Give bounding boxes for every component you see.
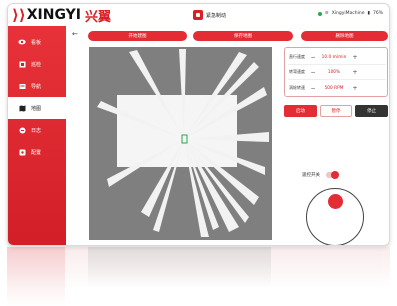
increase-button[interactable]: + [351, 54, 359, 61]
wifi-icon: ≋ [324, 11, 329, 16]
log-icon [18, 127, 26, 134]
sidebar-item-log[interactable]: 日志 [8, 119, 66, 141]
increase-button[interactable]: + [351, 85, 359, 92]
param-value: 500 RPM [324, 85, 344, 91]
emergency-stop-label: 紧急制动 [206, 12, 227, 19]
sidebar-item-label: 地图 [31, 105, 42, 112]
pause-button[interactable]: 暂停 [319, 105, 353, 117]
save-map-button[interactable]: 保存地图 [193, 31, 293, 41]
decrease-button[interactable]: − [309, 85, 317, 92]
arrow-left-icon[interactable]: ← [72, 30, 78, 38]
param-value: 100% [327, 69, 341, 75]
connection-dot-icon [317, 11, 322, 16]
sidebar-item-label: 巡检 [31, 61, 42, 68]
param-value: 10.0 m/min [321, 54, 347, 60]
wifi-name: XingyiMachine [331, 11, 365, 16]
sidebar-item-navigation[interactable]: 导航 [8, 75, 66, 97]
sidebar: 看板 巡检 导航 地图 日志 配置 [8, 26, 66, 245]
joystick[interactable] [306, 188, 364, 245]
sidebar-item-settings[interactable]: 配置 [8, 141, 66, 163]
settings-icon [18, 149, 26, 156]
sidebar-item-label: 导航 [31, 83, 42, 90]
sidebar-item-label: 看板 [31, 39, 42, 46]
scanned-map [89, 47, 272, 240]
sidebar-item-label: 配置 [31, 149, 42, 156]
remote-toggle-row: 遥控开关 [302, 171, 339, 179]
navigation-icon [18, 83, 26, 90]
sidebar-item-dashboard[interactable]: 看板 [8, 31, 66, 53]
delete-map-button[interactable]: 删除地图 [301, 31, 388, 41]
param-row-straight-speed: 直行速度 − 10.0 m/min + [289, 53, 359, 61]
start-mapping-button[interactable]: 开始建图 [88, 31, 187, 41]
param-row-turbine-speed: 涡轮转速 − 500 RPM + [289, 84, 359, 92]
sidebar-item-map[interactable]: 地图 [8, 97, 66, 119]
sidebar-item-label: 日志 [31, 127, 42, 134]
decrease-button[interactable]: − [309, 54, 317, 61]
eye-icon [18, 39, 26, 46]
tablet-screen: ⟩⟩ XINGYI 兴翼 紧急制动 ≋ XingyiMachine ▮ 76% 看板… [7, 3, 390, 246]
map-page: ← 开始建图 保存地图 删除地图 直行速度 − 10.0 m/min + 转弯速… [66, 26, 389, 245]
remote-toggle-label: 遥控开关 [302, 173, 320, 178]
increase-button[interactable]: + [351, 69, 359, 76]
decrease-button[interactable]: − [309, 69, 317, 76]
emergency-stop-button[interactable]: 紧急制动 [193, 9, 226, 21]
screen-reflection [7, 247, 390, 306]
battery-icon: ▮ [367, 11, 370, 16]
stop-button[interactable]: 停止 [355, 105, 389, 117]
parameter-box: 直行速度 − 10.0 m/min + 转弯速度 − 100% + 涡轮转速 −… [284, 47, 388, 97]
stop-icon [193, 10, 203, 20]
battery-level: 76% [372, 11, 383, 16]
map-canvas[interactable] [89, 47, 272, 240]
status-area: ≋ XingyiMachine ▮ 76% [317, 11, 383, 16]
param-row-turn-speed: 转弯速度 − 100% + [289, 68, 359, 76]
map-icon [18, 105, 26, 112]
remote-toggle-switch[interactable] [326, 171, 339, 179]
control-panel: 直行速度 − 10.0 m/min + 转弯速度 − 100% + 涡轮转速 −… [284, 47, 389, 245]
top-bar: ⟩⟩ XINGYI 兴翼 紧急制动 ≋ XingyiMachine ▮ 76% [8, 4, 389, 26]
brand-logo: ⟩⟩ XINGYI 兴翼 [12, 6, 111, 25]
start-button[interactable]: 启动 [284, 105, 317, 117]
sidebar-item-inspection[interactable]: 巡检 [8, 53, 66, 75]
mode-buttons: 启动 暂停 停止 [284, 105, 389, 117]
joystick-knob[interactable] [328, 194, 343, 209]
inspect-icon [18, 61, 26, 68]
